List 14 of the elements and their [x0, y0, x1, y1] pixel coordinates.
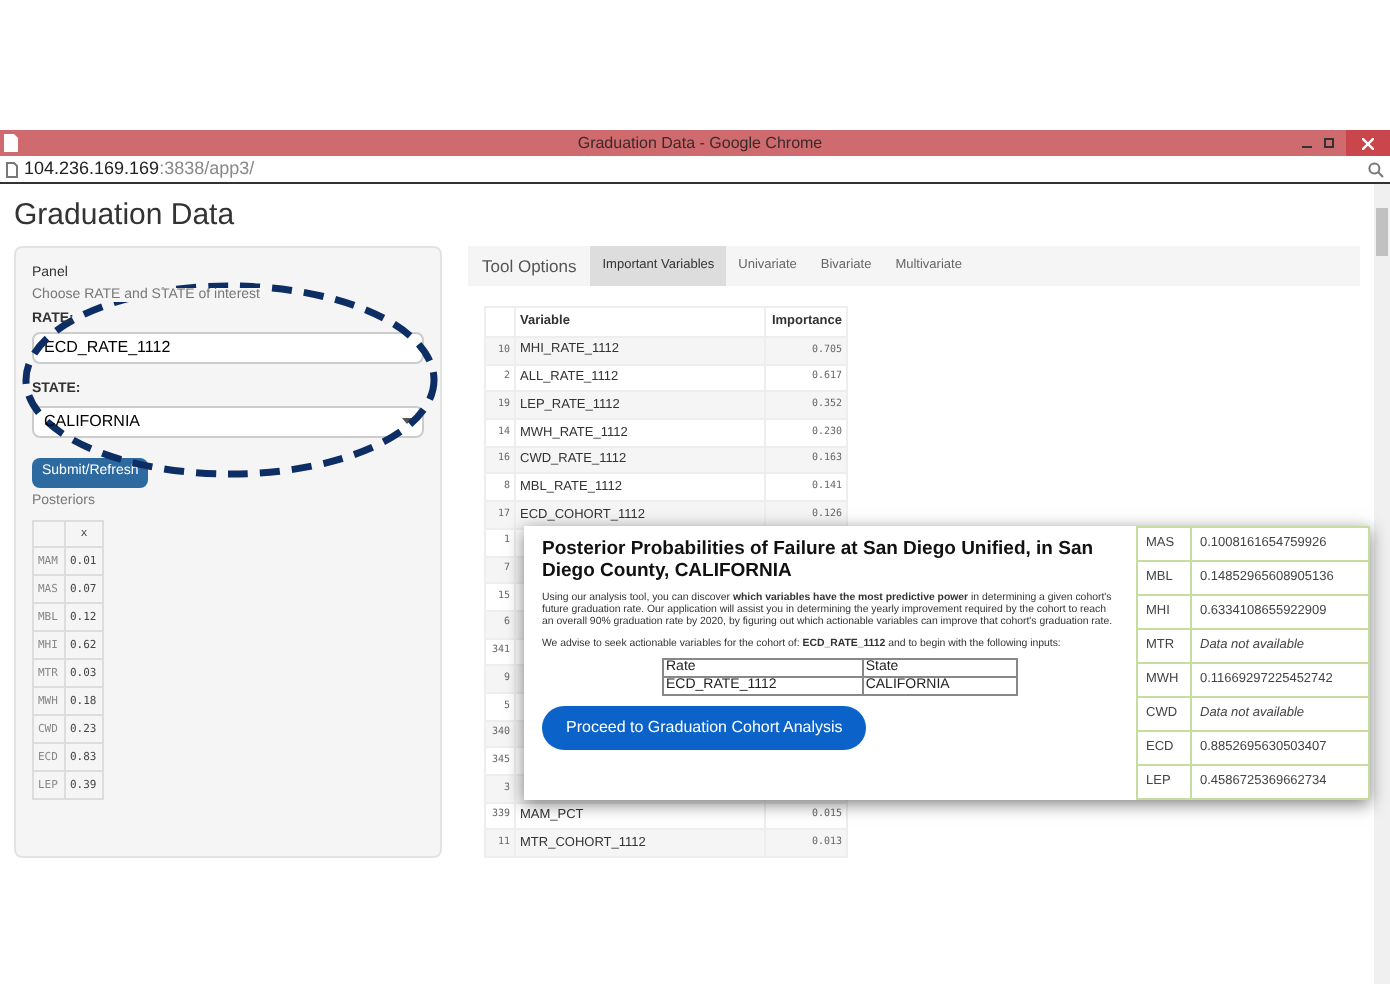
close-icon: [1362, 137, 1374, 149]
window-title: Graduation Data - Google Chrome: [577, 135, 823, 151]
proceed-button[interactable]: Proceed to Graduation Cohort Analysis: [542, 706, 867, 750]
page-title: Graduation Data: [14, 198, 237, 234]
url-text: 104.236.169.169:3838/app3/: [24, 160, 255, 178]
caret-icon: [402, 418, 412, 424]
popup-title: Posterior Probabilities of Failure at San Diego Unified, in San Diego County, CALIFORNIA: [542, 538, 1096, 582]
address-bar[interactable]: 104.236.169.169:3838/app3/: [0, 156, 1390, 184]
tab-bar-title: Tool Options: [480, 253, 579, 280]
search-icon[interactable]: [1368, 161, 1384, 177]
close-button[interactable]: [1346, 130, 1390, 156]
state-select[interactable]: CALIFORNIA: [32, 405, 424, 437]
restore-icon[interactable]: [1324, 138, 1334, 148]
rate-input-field[interactable]: ECD_RATE_1112: [32, 332, 424, 364]
